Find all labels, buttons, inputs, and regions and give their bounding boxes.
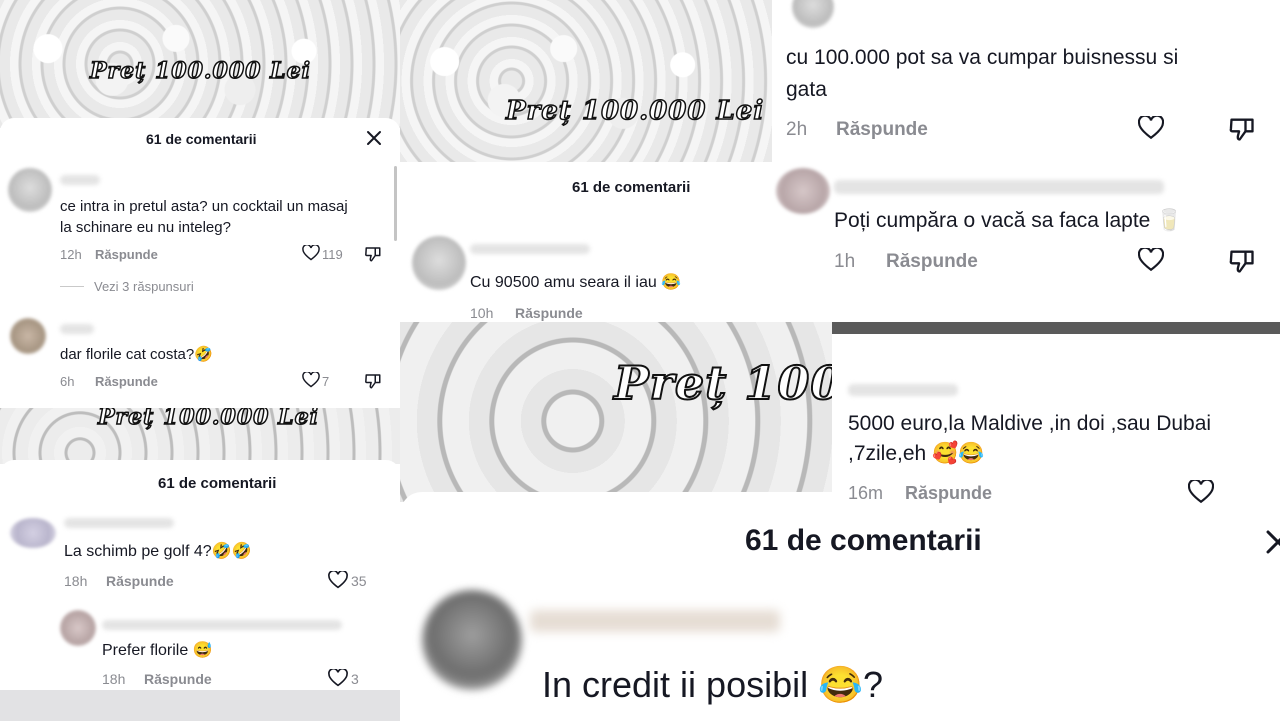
comments-panel-f: 61 de comentarii In credit ii posibil 😂? [400,492,1280,721]
comment-time: 12h [60,247,82,262]
close-icon[interactable] [1266,530,1280,554]
comment-text-line2: ,7zile,eh 🥰😂 [848,442,985,465]
replies-divider [60,286,84,287]
price-overlay-text: Preț 100.000 Lei [505,95,765,127]
heart-outline-icon[interactable] [302,371,320,393]
video-thumbnail-top-middle: Preț 100.000 Lei [400,0,772,162]
reply-button[interactable]: Răspunde [95,374,158,389]
thumb-down-icon[interactable] [364,372,382,395]
username-blurred [834,180,1164,194]
like-count: 119 [322,247,343,262]
avatar [10,518,56,548]
comments-title: 61 de comentarii [158,475,277,492]
price-overlay-text: Preț 100.000 Lei [97,408,319,431]
reply-button[interactable]: Răspunde [886,251,978,273]
avatar [792,0,834,28]
like-count: 3 [351,671,359,687]
comments-title: 61 de comentarii [745,524,982,557]
thumb-down-icon[interactable] [1228,115,1256,148]
avatar [10,318,46,354]
username-blurred [470,244,590,254]
comments-panel-b: 61 de comentarii Cu 90500 amu seara il i… [400,162,772,322]
avatar [776,168,830,214]
video-thumbnail-bottom-left: Preț 100.000 Lei [0,408,400,464]
comments-title: 61 de comentarii [572,179,691,196]
reply-button[interactable]: Răspunde [836,119,928,141]
username-blurred [848,384,958,396]
comment-text: ce intra in pretul asta? un cocktail un … [60,198,348,215]
comment-time: 6h [60,374,75,389]
comment-text-line2: gata [786,78,827,101]
avatar [8,168,52,212]
scrollbar[interactable] [394,166,397,241]
price-overlay-text: Preț 100. [613,355,832,411]
avatar [422,590,522,690]
username-blurred [60,175,100,185]
comment-text: dar florile cat costa?🤣 [60,346,213,363]
avatar [412,236,466,290]
comment-text-line2: la schinare eu nu inteleg? [60,219,231,236]
comments-panel-a: 61 de comentarii ce intra in pretul asta… [0,118,400,408]
price-overlay-text: Preț 100.000 Lei [89,57,311,85]
comment-text: Cu 90500 amu seara il iau 😂 [470,274,682,291]
strip-separator [772,322,1280,334]
video-thumbnail-large: Preț 100. [400,322,832,502]
comment-text: In credit ii posibil 😂? [542,664,883,705]
comments-panel-c: cu 100.000 pot sa va cumpar buisnessu si… [772,0,1280,322]
avatar [60,610,96,646]
thumb-down-icon[interactable] [364,245,382,268]
username-blurred [530,610,780,632]
video-thumbnail-top-left: Preț 100.000 Lei [0,0,400,128]
comments-panel-d: 61 de comentarii La schimb pe golf 4?🤣🤣 … [0,460,400,690]
close-icon[interactable] [366,130,382,146]
comment-time: 16m [848,483,884,503]
comment-text: cu 100.000 pot sa va cumpar buisnessu si [786,46,1179,69]
like-count: 35 [351,573,367,589]
comment-time: 10h [470,305,494,321]
username-blurred [60,324,94,334]
username-blurred [64,518,174,528]
reply-button[interactable]: Răspunde [515,305,583,321]
comment-text: La schimb pe golf 4?🤣🤣 [64,543,252,560]
view-replies-link[interactable]: Vezi 3 răspunsuri [94,279,194,294]
comment-time: 18h [102,671,126,687]
comment-time: 1h [834,251,856,272]
comment-text: 5000 euro,la Maldive ,in doi ,sau Dubai [848,412,1212,435]
comment-time: 18h [64,573,88,589]
thumb-down-icon[interactable] [1228,247,1256,280]
comment-text: Poți cumpăra o vacă sa faca lapte 🥛 [834,209,1183,232]
comments-panel-e: 5000 euro,la Maldive ,in doi ,sau Dubai … [832,334,1280,504]
comment-time: 2h [786,119,808,140]
reply-button[interactable]: Răspunde [106,573,174,589]
heart-outline-icon[interactable] [1137,246,1165,277]
comments-title: 61 de comentarii [146,131,257,147]
reply-button[interactable]: Răspunde [905,483,992,504]
heart-outline-icon[interactable] [1137,114,1165,145]
heart-outline-icon[interactable] [302,244,320,266]
like-count: 7 [322,374,330,389]
username-blurred [102,620,342,630]
reply-button[interactable]: Răspunde [144,671,212,687]
comment-text: Prefer florile 😅 [102,642,213,659]
heart-outline-icon[interactable] [328,569,348,594]
heart-outline-icon[interactable] [328,667,348,692]
reply-button[interactable]: Răspunde [95,247,158,262]
heart-outline-icon[interactable] [1187,478,1215,509]
bottom-bar [0,690,400,721]
